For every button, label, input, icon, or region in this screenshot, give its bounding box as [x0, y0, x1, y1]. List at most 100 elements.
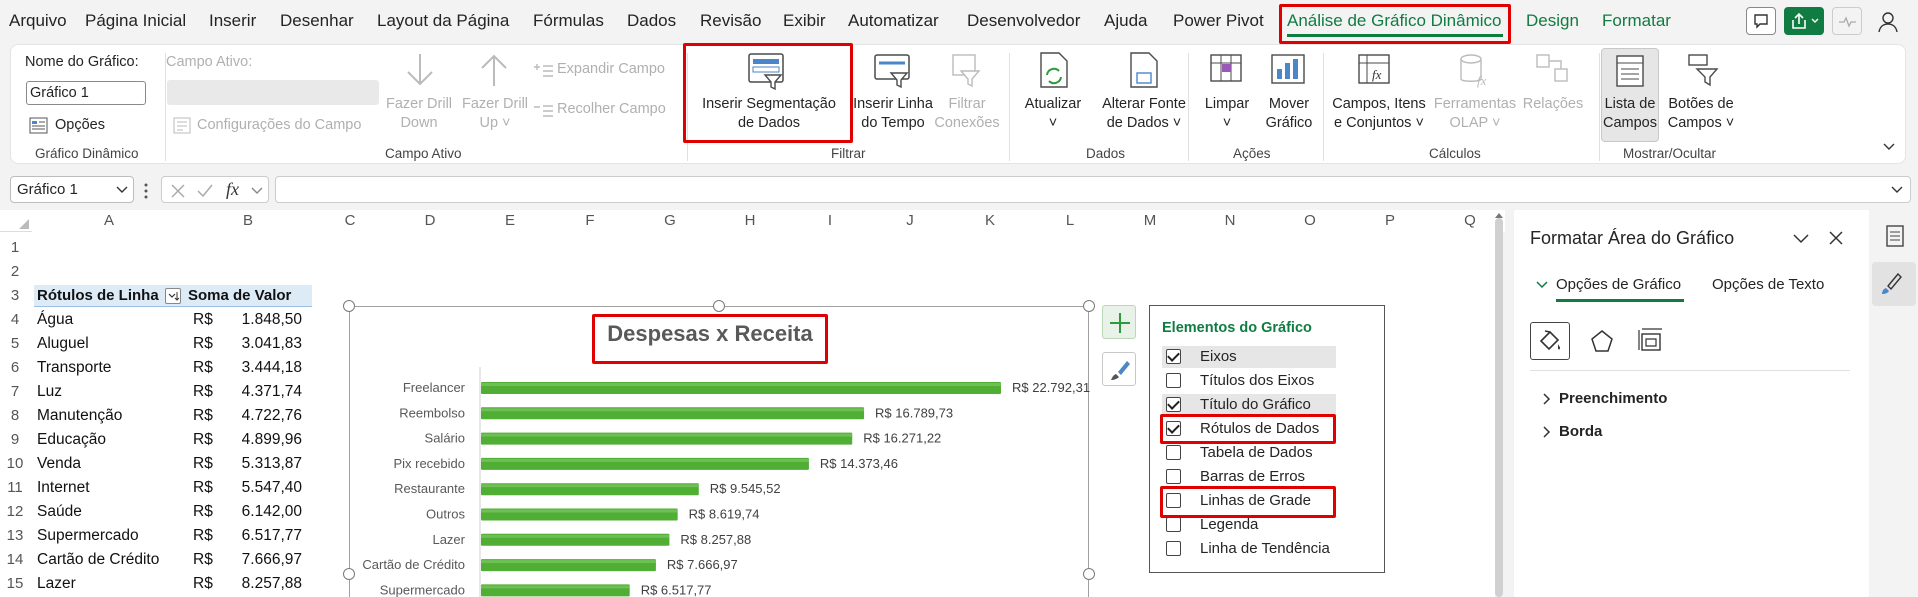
column-header-k[interactable]: K: [950, 210, 1030, 232]
expand-formula-icon[interactable]: [1890, 185, 1904, 195]
pivot-row-label[interactable]: Saúde: [37, 500, 82, 524]
tab-revisao[interactable]: Revisão: [700, 11, 761, 31]
tab-dados[interactable]: Dados: [627, 11, 676, 31]
pivot-row-value[interactable]: 8.257,88: [232, 572, 302, 596]
pivot-row-label[interactable]: Educação: [37, 428, 106, 452]
pivot-row-currency[interactable]: R$: [193, 428, 213, 452]
tab-formatar[interactable]: Formatar: [1602, 11, 1671, 31]
tab-design[interactable]: Design: [1526, 11, 1579, 31]
tab-chart-options[interactable]: Opções de Gráfico: [1556, 276, 1681, 293]
tab-formulas[interactable]: Fórmulas: [533, 11, 604, 31]
chart-elements-button[interactable]: [1102, 305, 1136, 339]
row-header[interactable]: 4: [0, 308, 30, 332]
pivot-row-value[interactable]: 5.547,40: [232, 476, 302, 500]
column-header-i[interactable]: I: [790, 210, 870, 232]
activity-button[interactable]: [1832, 7, 1862, 35]
checkbox-element[interactable]: [1166, 517, 1181, 532]
insert-function-button[interactable]: fx: [226, 179, 239, 200]
pivot-row-label[interactable]: Luz: [37, 380, 62, 404]
checkbox-element[interactable]: [1166, 373, 1181, 388]
pivot-row-label[interactable]: Água: [37, 308, 73, 332]
pivot-row-label[interactable]: Cartão de Crédito: [37, 548, 159, 572]
column-header-c[interactable]: C: [310, 210, 390, 232]
chart-styles-button[interactable]: [1102, 352, 1136, 386]
data-label[interactable]: R$ 7.666,97: [667, 557, 738, 572]
row-header[interactable]: 6: [0, 356, 30, 380]
size-properties-icon[interactable]: [1636, 326, 1666, 356]
select-all-icon[interactable]: [18, 218, 30, 230]
pivot-row-currency[interactable]: R$: [193, 452, 213, 476]
name-box[interactable]: Gráfico 1: [10, 176, 134, 203]
pivot-row-currency[interactable]: R$: [193, 332, 213, 356]
data-label[interactable]: R$ 6.517,77: [641, 582, 712, 597]
row-header[interactable]: 9: [0, 428, 30, 452]
formula-input[interactable]: [275, 176, 1911, 203]
checkbox-element[interactable]: [1166, 397, 1181, 412]
tab-text-options[interactable]: Opções de Texto: [1712, 276, 1824, 293]
pivot-row-value[interactable]: 6.517,77: [232, 524, 302, 548]
resize-handle-top-right[interactable]: [1083, 300, 1095, 312]
column-header-j[interactable]: J: [870, 210, 950, 232]
column-header-d[interactable]: D: [390, 210, 470, 232]
column-header-b[interactable]: B: [186, 210, 310, 232]
resize-handle-top[interactable]: [713, 300, 725, 312]
row-header[interactable]: 14: [0, 548, 30, 572]
row-header[interactable]: 15: [0, 572, 30, 596]
data-label[interactable]: R$ 8.619,74: [689, 507, 760, 522]
pivot-row-currency[interactable]: R$: [193, 476, 213, 500]
chevron-down-icon[interactable]: [1536, 280, 1548, 290]
more-options-icon[interactable]: [143, 183, 149, 199]
pivot-row-label[interactable]: Supermercado: [37, 524, 139, 548]
chevron-right-icon[interactable]: [1542, 393, 1552, 405]
pivot-row-value[interactable]: 3.444,18: [232, 356, 302, 380]
refresh-button[interactable]: Atualizar ˅: [1017, 95, 1089, 133]
pivot-row-label[interactable]: Internet: [37, 476, 90, 500]
tab-pagina-inicial[interactable]: Página Inicial: [85, 11, 186, 31]
pentagon-effects-icon[interactable]: [1588, 328, 1616, 354]
share-button[interactable]: [1784, 7, 1824, 35]
column-header-f[interactable]: F: [550, 210, 630, 232]
row-header[interactable]: 1: [0, 236, 30, 260]
column-header-p[interactable]: P: [1350, 210, 1430, 232]
document-icon[interactable]: [1884, 224, 1906, 248]
pivot-row-currency[interactable]: R$: [193, 356, 213, 380]
field-buttons-button[interactable]: Botões de Campos ˅: [1659, 95, 1743, 133]
data-label[interactable]: R$ 8.257,88: [680, 532, 751, 547]
row-header[interactable]: 5: [0, 332, 30, 356]
pivot-filter-button[interactable]: [165, 288, 181, 304]
column-header-n[interactable]: N: [1190, 210, 1270, 232]
pivot-row-value[interactable]: 4.722,76: [232, 404, 302, 428]
field-list-button[interactable]: Lista de Campos: [1601, 48, 1659, 142]
insert-timeline-button[interactable]: Inserir Linha do Tempo: [847, 95, 939, 133]
format-pane-toggle[interactable]: [1872, 262, 1916, 306]
row-header[interactable]: 12: [0, 500, 30, 524]
resize-handle-left[interactable]: [343, 568, 355, 580]
resize-handle-right[interactable]: [1083, 568, 1095, 580]
pivot-row-currency[interactable]: R$: [193, 548, 213, 572]
pivot-row-currency[interactable]: R$: [193, 404, 213, 428]
pivot-row-label[interactable]: Manutenção: [37, 404, 122, 428]
close-icon[interactable]: [1828, 230, 1844, 246]
row-header[interactable]: 3: [0, 284, 30, 308]
column-header-o[interactable]: O: [1270, 210, 1350, 232]
move-chart-button[interactable]: Mover Gráfico: [1257, 95, 1321, 133]
resize-handle-top-left[interactable]: [343, 300, 355, 312]
section-fill[interactable]: Preenchimento: [1559, 390, 1667, 407]
data-label[interactable]: R$ 14.373,46: [820, 456, 898, 471]
confirm-icon[interactable]: [196, 183, 214, 199]
pivot-chart[interactable]: Despesas x Receita Freelancer R$ 22.792,3…: [349, 306, 1090, 597]
pivot-row-value[interactable]: 3.041,83: [232, 332, 302, 356]
data-label[interactable]: R$ 9.545,52: [710, 481, 781, 496]
pivot-row-currency[interactable]: R$: [193, 500, 213, 524]
account-button[interactable]: [1876, 9, 1902, 35]
tab-exibir[interactable]: Exibir: [783, 11, 826, 31]
pivot-row-value[interactable]: 4.899,96: [232, 428, 302, 452]
cancel-icon[interactable]: [170, 183, 186, 199]
pivot-row-currency[interactable]: R$: [193, 524, 213, 548]
row-header[interactable]: 7: [0, 380, 30, 404]
comments-button[interactable]: [1746, 7, 1776, 35]
checkbox-element[interactable]: [1166, 541, 1181, 556]
pivot-row-currency[interactable]: R$: [193, 380, 213, 404]
fill-line-button[interactable]: [1530, 322, 1570, 360]
chevron-right-icon[interactable]: [1542, 426, 1552, 438]
